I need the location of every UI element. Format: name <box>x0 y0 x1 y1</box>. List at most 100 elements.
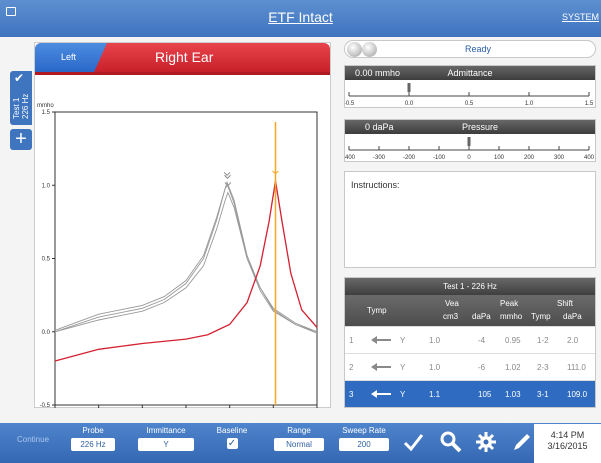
cell-flag: Y <box>400 363 406 372</box>
baseline-checkbox[interactable]: ✓ <box>226 438 238 449</box>
results-header: Tymp Vea cm3 Peak daPa mmho Shift Tymp d… <box>345 295 595 326</box>
cell-shift-dapa: 111.0 <box>567 363 586 372</box>
pressure-scale-marker <box>467 137 471 146</box>
plus-icon: + <box>15 128 27 150</box>
pressure-scale: -400 -300 -200 -100 0 100 200 300 400 <box>345 137 595 161</box>
probe-value[interactable]: 226 Hz <box>71 438 115 451</box>
header-peak: Peak <box>500 299 519 308</box>
y-tick-label: 1.5 <box>42 110 51 116</box>
header-peak-mmho: mmho <box>500 312 523 321</box>
results-table: Test 1 - 226 Hz Tymp Vea cm3 Peak daPa m… <box>344 277 596 408</box>
test-tab-label: Test 1 226 Hz <box>12 93 30 119</box>
search-icon[interactable] <box>440 431 462 453</box>
baseline-field[interactable]: Baseline ✓ <box>212 426 252 449</box>
instructions-label: Instructions: <box>351 180 400 190</box>
cell-peak-mmho: 1.03 <box>505 390 521 399</box>
admittance-meter: 0.00 mmho Admittance -0.50.00.51.01.5 <box>344 65 596 108</box>
admittance-scale-tick-label: 0.5 <box>465 101 474 107</box>
header-peak-dapa: daPa <box>472 312 491 321</box>
cell-num: 3 <box>349 390 354 399</box>
left-ear-tab[interactable]: Left <box>35 43 107 72</box>
pressure-scale-tick-label: -200 <box>403 155 416 161</box>
indicator-light-icon <box>347 42 362 57</box>
pressure-scale-tick-label: 300 <box>554 155 565 161</box>
pressure-scale-tick-label: 0 <box>467 155 471 161</box>
y-tick-label: 1.0 <box>42 183 51 189</box>
title-bar: ETF Intact SYSTEM <box>0 0 601 37</box>
admittance-label: Admittance <box>447 68 493 78</box>
cell-shift-dapa: 109.0 <box>567 390 588 399</box>
cell-num: 1 <box>349 336 354 345</box>
cell-peak-dapa: 105 <box>478 390 492 399</box>
clock-date: 3/16/2015 <box>547 441 588 451</box>
chevron-down-icon: ✔ <box>14 71 25 85</box>
immittance-label: Immittance <box>146 426 186 435</box>
probe-arrow-icon <box>371 363 391 371</box>
header-shift-tymp: Tymp <box>531 312 551 321</box>
pressure-scale-tick-label: 400 <box>584 155 595 161</box>
pressure-scale-tick-label: 200 <box>524 155 535 161</box>
pressure-scale-tick-label: -300 <box>373 155 386 161</box>
cell-shift-dapa: 2.0 <box>567 336 579 345</box>
pressure-scale-tick-label: -100 <box>433 155 446 161</box>
cell-peak-dapa: -4 <box>478 336 486 345</box>
pencil-icon[interactable] <box>511 431 533 453</box>
y-tick-label: 0.5 <box>42 257 51 263</box>
admittance-scale-tick-label: 0.0 <box>405 101 414 107</box>
table-row[interactable]: 2 Y 1.0 -6 1.02 2-3 111.0 <box>345 353 595 380</box>
window-title[interactable]: ETF Intact <box>0 9 601 25</box>
add-test-button[interactable]: + <box>10 129 32 150</box>
header-vea: Vea <box>445 299 459 308</box>
cell-flag: Y <box>400 390 406 399</box>
system-link[interactable]: SYSTEM <box>562 12 599 22</box>
probe-arrow-icon <box>371 390 391 398</box>
test-tab[interactable]: ✔ Test 1 226 Hz <box>10 71 32 125</box>
checkmark-icon[interactable] <box>402 431 424 453</box>
table-row[interactable]: 1 Y 1.0 -4 0.95 1-2 2.0 <box>345 326 595 353</box>
admittance-scale-marker <box>407 83 411 92</box>
admittance-scale-tick-label: 1.0 <box>525 101 534 107</box>
immittance-value[interactable]: Y <box>138 438 194 451</box>
header-vea-unit: cm3 <box>443 312 459 321</box>
status-text: Ready <box>465 44 492 54</box>
cell-peak-dapa: -6 <box>478 363 486 372</box>
indicator-light-icon <box>362 42 377 57</box>
sweep-rate-value[interactable]: 200 <box>339 438 389 451</box>
admittance-scale-tick-label: -0.5 <box>345 101 355 107</box>
pressure-scale-tick-label: -400 <box>345 155 356 161</box>
baseline-label: Baseline <box>216 426 248 435</box>
sweep-rate-label: Sweep Rate <box>342 426 386 435</box>
gear-icon[interactable] <box>475 431 497 453</box>
tymp-graph-panel: Left Right Ear mmho1.51.00.50.0-0.5-400-… <box>34 42 331 408</box>
probe-label: Probe <box>82 426 104 435</box>
plot-area <box>54 111 318 406</box>
range-label: Range <box>287 426 311 435</box>
y-tick-label: 0.0 <box>42 330 51 336</box>
y-tick-label: -0.5 <box>40 403 51 408</box>
probe-field[interactable]: Probe 226 Hz <box>71 426 115 451</box>
cell-peak-mmho: 1.02 <box>505 363 521 372</box>
cell-peak-mmho: 0.95 <box>505 336 521 345</box>
cell-vea: 1.1 <box>429 390 441 399</box>
immittance-field[interactable]: Immittance Y <box>138 426 194 451</box>
range-field[interactable]: Range Normal <box>274 426 324 451</box>
clock-time: 4:14 PM <box>550 430 585 440</box>
sweep-rate-field[interactable]: Sweep Rate 200 <box>339 426 389 451</box>
table-row[interactable]: 3 Y 1.1 105 1.03 3-1 109.0 <box>345 380 595 407</box>
admittance-scale-tick-label: 1.5 <box>585 101 594 107</box>
continue-button[interactable]: Continue <box>17 435 49 444</box>
pressure-meter: 0 daPa Pressure -400-300-200-10001002003… <box>344 119 596 162</box>
results-title: Test 1 - 226 Hz <box>345 278 595 295</box>
cell-shift-tymp: 3-1 <box>537 390 549 399</box>
range-value[interactable]: Normal <box>274 438 324 451</box>
bottom-toolbar: Continue Probe 226 Hz Immittance Y Basel… <box>0 423 601 463</box>
clock: 4:14 PM 3/16/2015 <box>534 424 601 463</box>
header-tymp: Tymp <box>367 306 387 315</box>
cell-shift-tymp: 1-2 <box>537 336 549 345</box>
header-shift-dapa: daPa <box>563 312 582 321</box>
cell-num: 2 <box>349 363 354 372</box>
right-ear-label: Right Ear <box>155 49 214 65</box>
pressure-scale-tick-label: 100 <box>494 155 505 161</box>
cell-vea: 1.0 <box>429 336 441 345</box>
cell-shift-tymp: 2-3 <box>537 363 549 372</box>
